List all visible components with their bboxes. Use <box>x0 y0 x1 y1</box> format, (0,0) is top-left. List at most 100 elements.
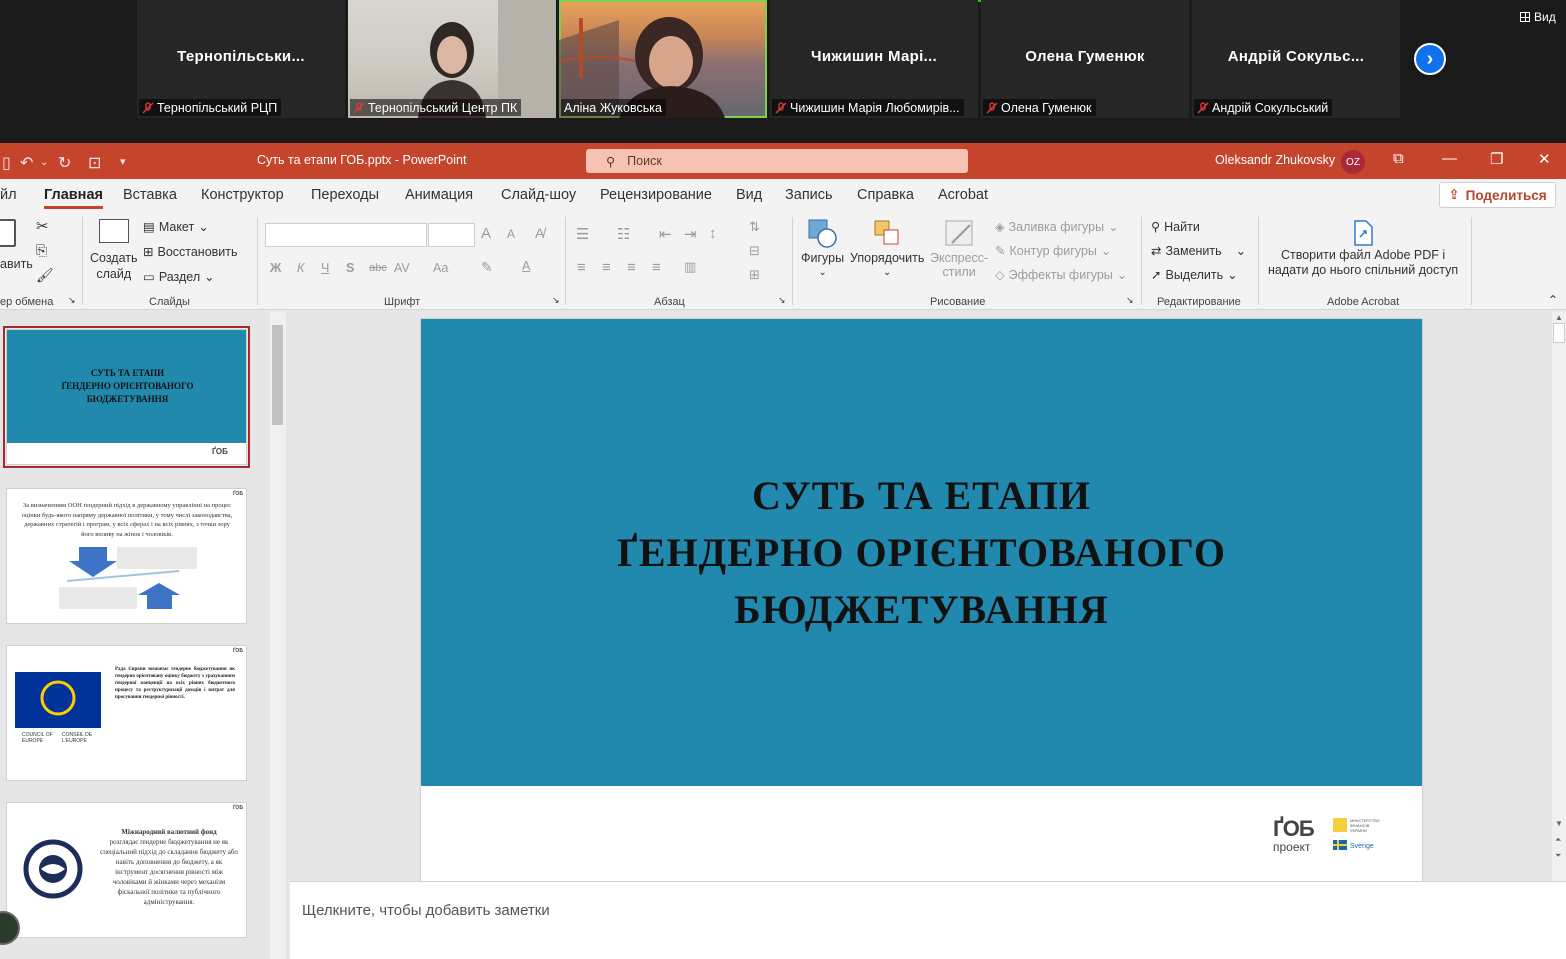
save-icon[interactable]: ▯ <box>2 153 11 173</box>
slide-title[interactable]: СУТЬ ТА ЕТАПИ ҐЕНДЕРНО ОРІЄНТОВАНОГО БЮД… <box>617 467 1226 638</box>
decrease-indent-icon[interactable]: ⇤ <box>659 225 672 243</box>
shape-fill-button[interactable]: ◈ Заливка фигуры ⌄ <box>995 219 1119 235</box>
tab-home[interactable]: Главная <box>44 187 103 209</box>
dialog-launcher-icon[interactable]: ↘ <box>68 295 76 306</box>
section-button[interactable]: ▭ Раздел ⌄ <box>143 269 215 285</box>
shrink-font-icon[interactable]: A <box>507 227 515 241</box>
participant-tile[interactable]: Тернопільськи... Тернопільський РЦП <box>137 0 345 118</box>
participant-video-tile-active[interactable]: Аліна Жуковська <box>559 0 767 118</box>
create-adobe-pdf-button[interactable]: Створити файл Adobe PDF і надати до ньог… <box>1268 219 1458 277</box>
copy-icon[interactable]: ⎘ <box>36 242 47 259</box>
customize-toolbar-icon[interactable]: ▾ <box>120 155 126 168</box>
participant-tile[interactable]: Андрій Сокульс... Андрій Сокульський <box>1192 0 1400 118</box>
tab-review[interactable]: Рецензирование <box>600 187 712 203</box>
next-page-arrow-icon[interactable]: › <box>1414 43 1446 75</box>
align-right-icon[interactable]: ≡ <box>627 259 636 276</box>
highlight-icon[interactable]: ✎ <box>481 259 493 276</box>
align-center-icon[interactable]: ≡ <box>602 259 611 276</box>
scrollbar-handle[interactable] <box>1553 323 1565 343</box>
quick-styles-button[interactable]: Экспресс- стили <box>930 217 988 279</box>
align-left-icon[interactable]: ≡ <box>577 259 586 276</box>
participant-tile[interactable]: Чижишин Марі... Чижишин Марія Любомирів.… <box>770 0 978 118</box>
reset-button[interactable]: ⊞ Восстановить <box>143 244 238 260</box>
dialog-launcher-icon[interactable]: ↘ <box>778 295 786 306</box>
tab-insert[interactable]: Вставка <box>123 187 177 203</box>
shape-effects-button[interactable]: ◇ Эффекты фигуры ⌄ <box>995 267 1127 283</box>
numbering-icon[interactable]: ☷ <box>617 225 630 243</box>
scroll-down-icon[interactable]: ▼ <box>1555 819 1563 828</box>
select-button[interactable]: ➚ Выделить ⌄ <box>1151 267 1238 283</box>
justify-icon[interactable]: ≡ <box>652 259 661 276</box>
char-spacing-button[interactable]: AV <box>394 261 410 275</box>
notes-pane[interactable]: Щелкните, чтобы добавить заметки <box>290 881 1566 959</box>
dialog-launcher-icon[interactable]: ↘ <box>552 295 560 306</box>
tab-file[interactable]: йл <box>0 187 17 203</box>
tab-animations[interactable]: Анимация <box>405 187 473 203</box>
strikethrough-button[interactable]: abc <box>369 262 387 274</box>
tab-transitions[interactable]: Переходы <box>311 187 379 203</box>
participant-tile[interactable]: Олена Гуменюк Олена Гуменюк <box>981 0 1189 118</box>
previous-slide-icon[interactable]: ⏶ <box>1555 835 1561 845</box>
format-painter-icon[interactable]: 🖌 <box>36 267 54 284</box>
align-text-icon[interactable]: ⊟ <box>749 243 760 259</box>
undo-dropdown-icon[interactable]: ⌄ <box>40 157 48 168</box>
search-input[interactable]: ⚲ Поиск <box>586 149 968 173</box>
redo-icon[interactable]: ↻ <box>58 153 71 173</box>
tab-slideshow[interactable]: Слайд-шоу <box>501 187 576 203</box>
close-icon[interactable]: ✕ <box>1538 150 1551 168</box>
slide-thumbnail-1[interactable]: СУТЬ ТА ЕТАПИ ҐЕНДЕРНО ОРІЄНТОВАНОГО БЮД… <box>3 326 250 468</box>
current-slide[interactable]: СУТЬ ТА ЕТАПИ ҐЕНДЕРНО ОРІЄНТОВАНОГО БЮД… <box>421 319 1422 882</box>
grow-font-icon[interactable]: A <box>481 225 491 242</box>
bullets-icon[interactable]: ☰ <box>576 225 589 243</box>
tab-record[interactable]: Запись <box>785 187 833 203</box>
slide-thumbnail-2[interactable]: За визначенням ООН ґендерний підхід в де… <box>6 488 247 624</box>
shadow-button[interactable]: S <box>346 261 354 275</box>
shape-outline-button[interactable]: ✎ Контур фигуры ⌄ <box>995 243 1111 259</box>
collapse-ribbon-icon[interactable]: ⌃ <box>1548 293 1558 307</box>
font-family-select[interactable] <box>265 223 427 247</box>
font-color-button[interactable]: A <box>522 259 530 273</box>
shapes-button[interactable]: Фигуры ⌄ <box>801 217 844 278</box>
paste-button[interactable]: авить <box>0 219 33 271</box>
avatar[interactable]: OZ <box>1341 150 1365 174</box>
tab-acrobat[interactable]: Acrobat <box>938 187 988 203</box>
tab-design[interactable]: Конструктор <box>201 187 284 203</box>
next-slide-icon[interactable]: ⏷ <box>1555 851 1561 861</box>
present-icon[interactable]: ⊡ <box>88 153 101 173</box>
slide-thumbnail-3[interactable]: COUNCIL OF EUROPE CONSEIL DE L'EUROPE Ра… <box>6 645 247 781</box>
cut-icon[interactable]: ✂ <box>36 217 49 235</box>
scroll-up-icon[interactable]: ▲ <box>1555 313 1563 322</box>
slide-thumbnail-4[interactable]: Міжнародний валютний фонд розглядає ґенд… <box>6 802 247 938</box>
minimize-icon[interactable]: — <box>1442 150 1457 167</box>
restore-icon[interactable]: ❐ <box>1490 150 1503 168</box>
thumbnails-scrollbar[interactable] <box>270 311 286 959</box>
bold-button[interactable]: Ж <box>270 261 281 275</box>
columns-icon[interactable]: ▥ <box>684 259 696 275</box>
increase-indent-icon[interactable]: ⇥ <box>684 225 697 243</box>
tab-view[interactable]: Вид <box>736 187 762 203</box>
view-button[interactable]: Вид <box>1520 10 1556 24</box>
undo-icon[interactable]: ↶ <box>20 153 33 173</box>
tab-help[interactable]: Справка <box>857 187 914 203</box>
change-case-button[interactable]: Aa <box>433 261 448 275</box>
new-slide-button[interactable]: Создать слайд <box>90 219 138 281</box>
font-size-select[interactable] <box>428 223 475 247</box>
arrange-button[interactable]: Упорядочить ⌄ <box>850 217 924 278</box>
line-spacing-icon[interactable]: ↕ <box>709 225 717 242</box>
layout-button[interactable]: ▤ Макет ⌄ <box>143 219 209 235</box>
ribbon-display-icon[interactable]: ⧉ <box>1393 150 1404 167</box>
find-button[interactable]: ⚲ Найти <box>1151 219 1200 235</box>
group-label-font: Шрифт <box>384 296 421 308</box>
dialog-launcher-icon[interactable]: ↘ <box>1126 295 1134 306</box>
text-direction-icon[interactable]: ⇅ <box>749 219 760 235</box>
share-button[interactable]: ⇪ Поделиться <box>1439 182 1556 208</box>
participant-video-tile[interactable]: Тернопільський Центр ПК <box>348 0 556 118</box>
scrollbar-handle[interactable] <box>272 325 283 425</box>
user-name[interactable]: Oleksandr Zhukovsky <box>1215 153 1335 167</box>
italic-button[interactable]: К <box>297 261 304 275</box>
replace-button[interactable]: ⇄ Заменить ⌄ <box>1151 243 1246 259</box>
editor-vertical-scrollbar[interactable]: ▲ ▼ ⏶ ⏷ <box>1552 311 1566 881</box>
clear-format-icon[interactable]: A̸ <box>535 225 544 241</box>
smartart-icon[interactable]: ⊞ <box>749 267 760 283</box>
underline-button[interactable]: Ч <box>321 261 329 275</box>
